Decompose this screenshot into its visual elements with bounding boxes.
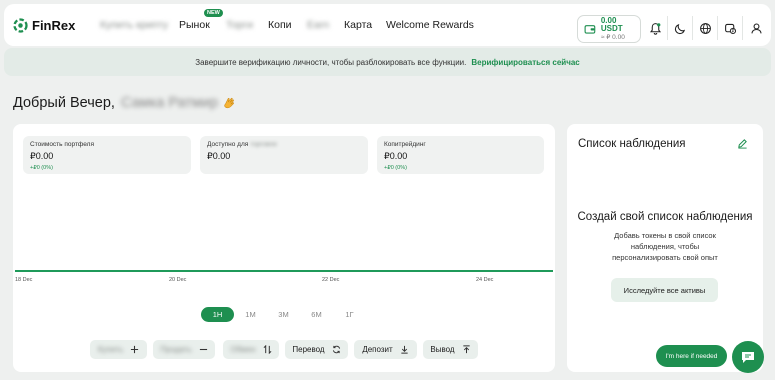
wallet-icon xyxy=(584,25,596,34)
swap-label: Обмен xyxy=(230,345,256,354)
logo[interactable]: FinRex xyxy=(13,18,93,33)
transfer-label: Перевод xyxy=(292,345,325,354)
download-icon xyxy=(401,345,408,354)
verification-text: Завершите верификацию личности, чтобы ра… xyxy=(195,57,467,67)
balance-amount: 0.00 USDT xyxy=(600,15,623,33)
theme-toggle-button[interactable] xyxy=(669,16,693,40)
chat-support-button[interactable] xyxy=(732,341,764,373)
sell-button[interactable]: Продать xyxy=(153,340,215,359)
new-badge: NEW xyxy=(204,9,223,17)
stat-label-suffix: торговли xyxy=(250,141,277,148)
verify-now-link[interactable]: Верифицироваться сейчас xyxy=(471,58,579,67)
x-tick-label: 24 Dec xyxy=(476,277,494,283)
stat-label: Доступно для торговли xyxy=(207,141,361,148)
nav-item-earn[interactable]: Earn xyxy=(307,19,329,31)
nav-item-welcome-rewards[interactable]: Welcome Rewards xyxy=(386,19,474,31)
withdraw-button[interactable]: Вывод xyxy=(423,340,478,359)
wallet-balance[interactable]: 0.00 USDT ≈ ₽ 0.00 xyxy=(577,15,641,43)
transfer-button[interactable]: Перевод xyxy=(285,340,348,359)
edit-pencil-icon[interactable] xyxy=(737,138,748,149)
balance-fiat: ≈ ₽ 0.00 xyxy=(600,33,625,41)
watchlist-title: Список наблюдения xyxy=(578,138,686,150)
globe-icon xyxy=(700,22,711,34)
stat-value: ₽0.00 xyxy=(30,151,54,161)
watchlist-panel: Список наблюдения Создай свой список наб… xyxy=(567,124,763,372)
buy-button[interactable]: Купить xyxy=(90,340,147,359)
explore-assets-button[interactable]: Исследуйте все активы xyxy=(611,278,718,302)
language-button[interactable] xyxy=(694,16,718,40)
stat-card-available: Доступно для торговли ₽0.00 xyxy=(200,136,368,174)
currency-icon: ₽ xyxy=(725,23,737,34)
top-navigation-bar: FinRex Купить криптy Рынок NEW Торги Коп… xyxy=(4,4,771,46)
waving-hand-icon xyxy=(224,97,235,109)
range-1h-button[interactable]: 1H xyxy=(201,307,234,322)
stat-card-copytrading: Копитрейдинг ₽0.00 +₽0 (0%) xyxy=(377,136,544,174)
portfolio-panel: Стоимость портфеля ₽0.00 +₽0 (0%) Доступ… xyxy=(13,124,555,372)
nav-item-buy-crypto[interactable]: Купить криптy xyxy=(100,19,168,31)
minus-icon xyxy=(199,348,207,351)
watchlist-empty-description: Добавь токены в свой список наблюдения, … xyxy=(612,231,718,262)
bell-icon xyxy=(649,22,662,35)
nav-item-market[interactable]: Рынок NEW xyxy=(179,9,223,31)
nav-item-buy-crypto-label: Купить криптy xyxy=(100,19,169,31)
deposit-label: Депозит xyxy=(362,345,393,354)
swap-icon xyxy=(263,345,271,354)
logo-mark-icon xyxy=(13,17,28,33)
x-tick-label: 18 Dec xyxy=(15,277,33,283)
stat-change: +₽0 (0%) xyxy=(30,165,53,171)
stat-label-text: Доступно для xyxy=(207,141,249,148)
upload-icon xyxy=(462,345,470,354)
brand-name: FinRex xyxy=(32,17,76,33)
svg-text:₽: ₽ xyxy=(732,28,735,33)
greeting-text: Добрый Вечер, xyxy=(13,95,115,111)
chat-icon xyxy=(742,352,754,363)
nav-item-trade[interactable]: Торги xyxy=(226,19,253,31)
help-tooltip-pill[interactable]: I'm here if needed xyxy=(656,345,727,367)
nav-item-card[interactable]: Карта xyxy=(344,19,372,31)
user-name: Самка Ратмир xyxy=(120,95,219,111)
currency-button[interactable]: ₽ xyxy=(719,16,743,40)
sell-label: Продать xyxy=(160,345,192,354)
notifications-button[interactable] xyxy=(644,16,668,40)
swap-button[interactable]: Обмен xyxy=(223,340,279,359)
x-tick-label: 20 Dec xyxy=(169,277,187,283)
stat-value: ₽0.00 xyxy=(207,151,231,161)
greeting: Добрый Вечер, Самка Ратмир xyxy=(13,95,236,111)
buy-label: Купить xyxy=(97,345,124,354)
nav-item-market-label: Рынок xyxy=(179,19,210,31)
stat-label: Стоимость портфеля xyxy=(30,141,94,148)
verification-banner: Завершите верификацию личности, чтобы ра… xyxy=(4,48,771,76)
profile-button[interactable] xyxy=(744,16,768,40)
stat-label: Копитрейдинг xyxy=(384,141,426,148)
deposit-button[interactable]: Депозит xyxy=(354,340,417,359)
chart-series-line xyxy=(15,270,553,272)
watchlist-empty-title: Создай свой список наблюдения xyxy=(577,211,753,223)
stat-change: +₽0 (0%) xyxy=(384,165,407,171)
stat-value: ₽0.00 xyxy=(384,151,408,161)
refresh-icon xyxy=(332,345,340,354)
plus-icon xyxy=(131,345,139,354)
range-1y-button[interactable]: 1Г xyxy=(333,307,366,322)
nav-item-copy[interactable]: Копи xyxy=(268,19,292,31)
withdraw-label: Вывод xyxy=(430,345,455,354)
x-tick-label: 22 Dec xyxy=(322,277,340,283)
stat-card-portfolio-value: Стоимость портфеля ₽0.00 +₽0 (0%) xyxy=(23,136,191,174)
range-3m-button[interactable]: 3M xyxy=(267,307,300,322)
range-6m-button[interactable]: 6M xyxy=(300,307,333,322)
range-1m-button[interactable]: 1M xyxy=(234,307,267,322)
time-range-selector: 1H 1M 3M 6M 1Г xyxy=(201,307,366,322)
moon-icon xyxy=(674,23,686,34)
user-icon xyxy=(751,23,761,33)
